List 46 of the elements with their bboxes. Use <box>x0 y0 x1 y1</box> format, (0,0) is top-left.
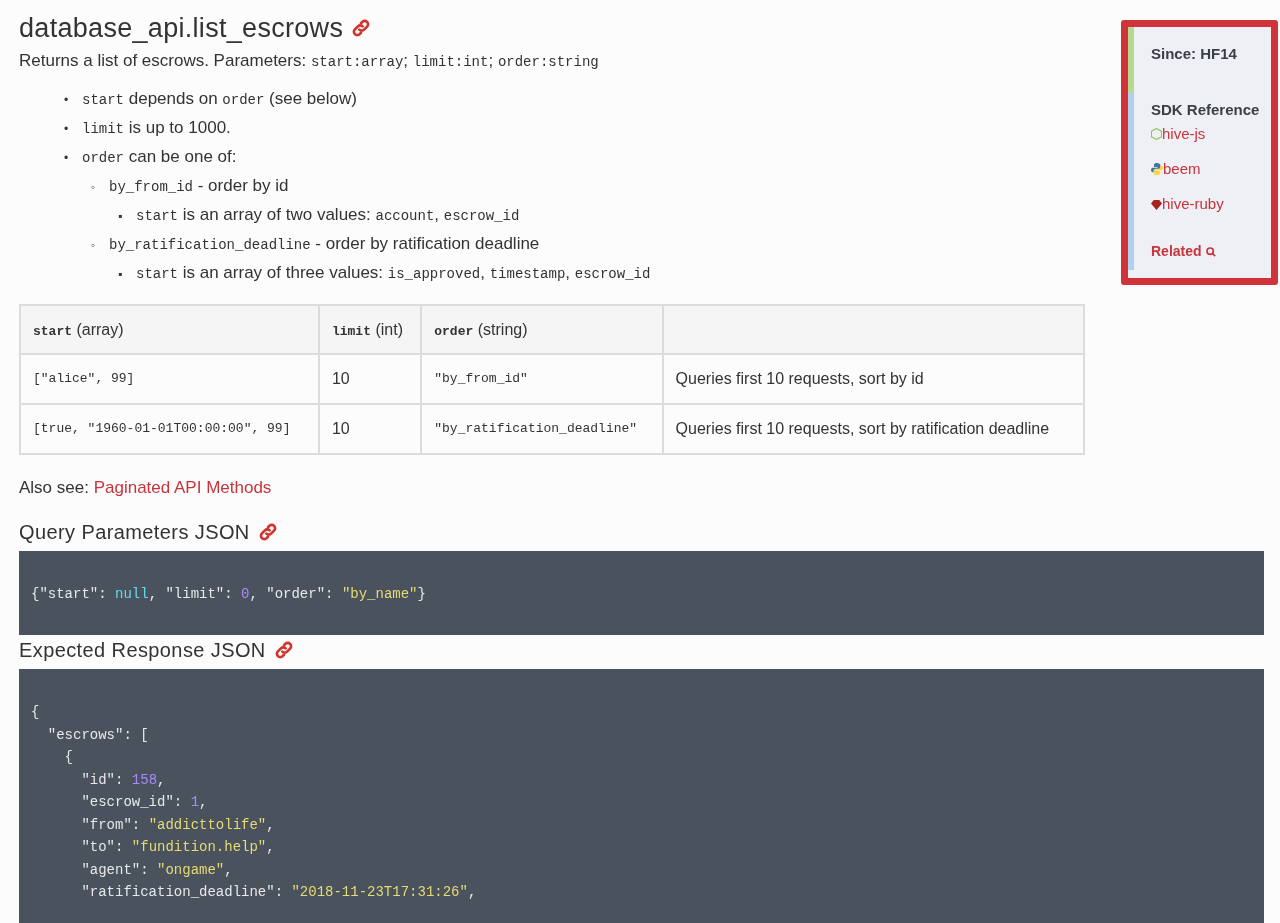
link-icon[interactable] <box>273 640 294 660</box>
sdk-heading: SDK Reference <box>1151 99 1261 120</box>
search-icon <box>1205 246 1216 257</box>
table-cell: "by_from_id" <box>421 354 663 404</box>
table-cell: 10 <box>318 354 422 404</box>
list-item-text: order can be one of: <box>82 146 237 168</box>
code-block: { "escrows": [ { "id": 158, "escrow_id": 1, "from": "addicttolife", "to": "fundition.help", "agent": "ongame", "ratification_deadline": "2018-11-23T17:31:26", <box>19 669 1264 923</box>
table-cell: "by_ratification_deadline" <box>421 404 663 454</box>
link-icon[interactable] <box>257 521 278 542</box>
sdk-link[interactable]: hive-ruby <box>1151 195 1271 213</box>
section-heading: Query Parameters JSON <box>19 519 250 545</box>
related-link[interactable]: Related <box>1151 241 1271 262</box>
sdk-link[interactable]: beem <box>1151 160 1271 178</box>
gem-icon <box>1151 198 1162 210</box>
bullet-marker: ▪ <box>118 266 124 283</box>
bullet-marker: • <box>64 121 70 138</box>
list-item-text: limit is up to 1000. <box>82 117 231 139</box>
column-header: start (array) <box>20 305 319 354</box>
table-cell: 10 <box>318 404 422 454</box>
table-cell: ["alice", 99] <box>20 354 319 404</box>
page-title: database_api.list_escrows <box>19 12 344 44</box>
hexagon-icon <box>1151 128 1162 140</box>
intro-text: Returns a list of escrows. Parameters: start:array; limit:int; order:string <box>19 50 599 72</box>
list-item-text: by_from_id - order by id <box>109 175 289 197</box>
link-icon[interactable] <box>351 18 372 38</box>
bullet-marker: • <box>64 92 70 109</box>
list-item-text: start depends on order (see below) <box>82 88 357 110</box>
section-heading: Expected Response JSON <box>19 638 266 663</box>
column-header: order (string) <box>421 305 663 354</box>
bullet-marker: ◦ <box>91 179 97 196</box>
since-label: Since: HF14 <box>1151 45 1237 62</box>
python-icon <box>1151 163 1163 175</box>
code-block: {"start": null, "limit": 0, "order": "by_name"} <box>19 550 1264 635</box>
paginated-api-link[interactable]: Paginated API Methods <box>93 478 272 497</box>
bullet-marker: • <box>64 150 70 167</box>
also-see-label: Also see: <box>19 478 90 497</box>
bullet-marker: ◦ <box>91 237 97 254</box>
list-item-text: by_ratification_deadline - order by ratification deadline <box>109 233 540 255</box>
sdk-link[interactable]: hive-js <box>1151 125 1271 143</box>
table-cell: Queries first 10 requests, sort by id <box>662 354 1084 404</box>
list-item-text: start is an array of two values: account, escrow_id <box>136 204 520 226</box>
table-cell: [true, "1960-01-01T00:00:00", 99] <box>20 404 319 454</box>
column-header: limit (int) <box>318 305 422 354</box>
bullet-marker: ▪ <box>118 208 124 225</box>
table-cell: Queries first 10 requests, sort by ratification deadline <box>662 404 1084 454</box>
list-item-text: start is an array of three values: is_approved, timestamp, escrow_id <box>136 262 651 284</box>
